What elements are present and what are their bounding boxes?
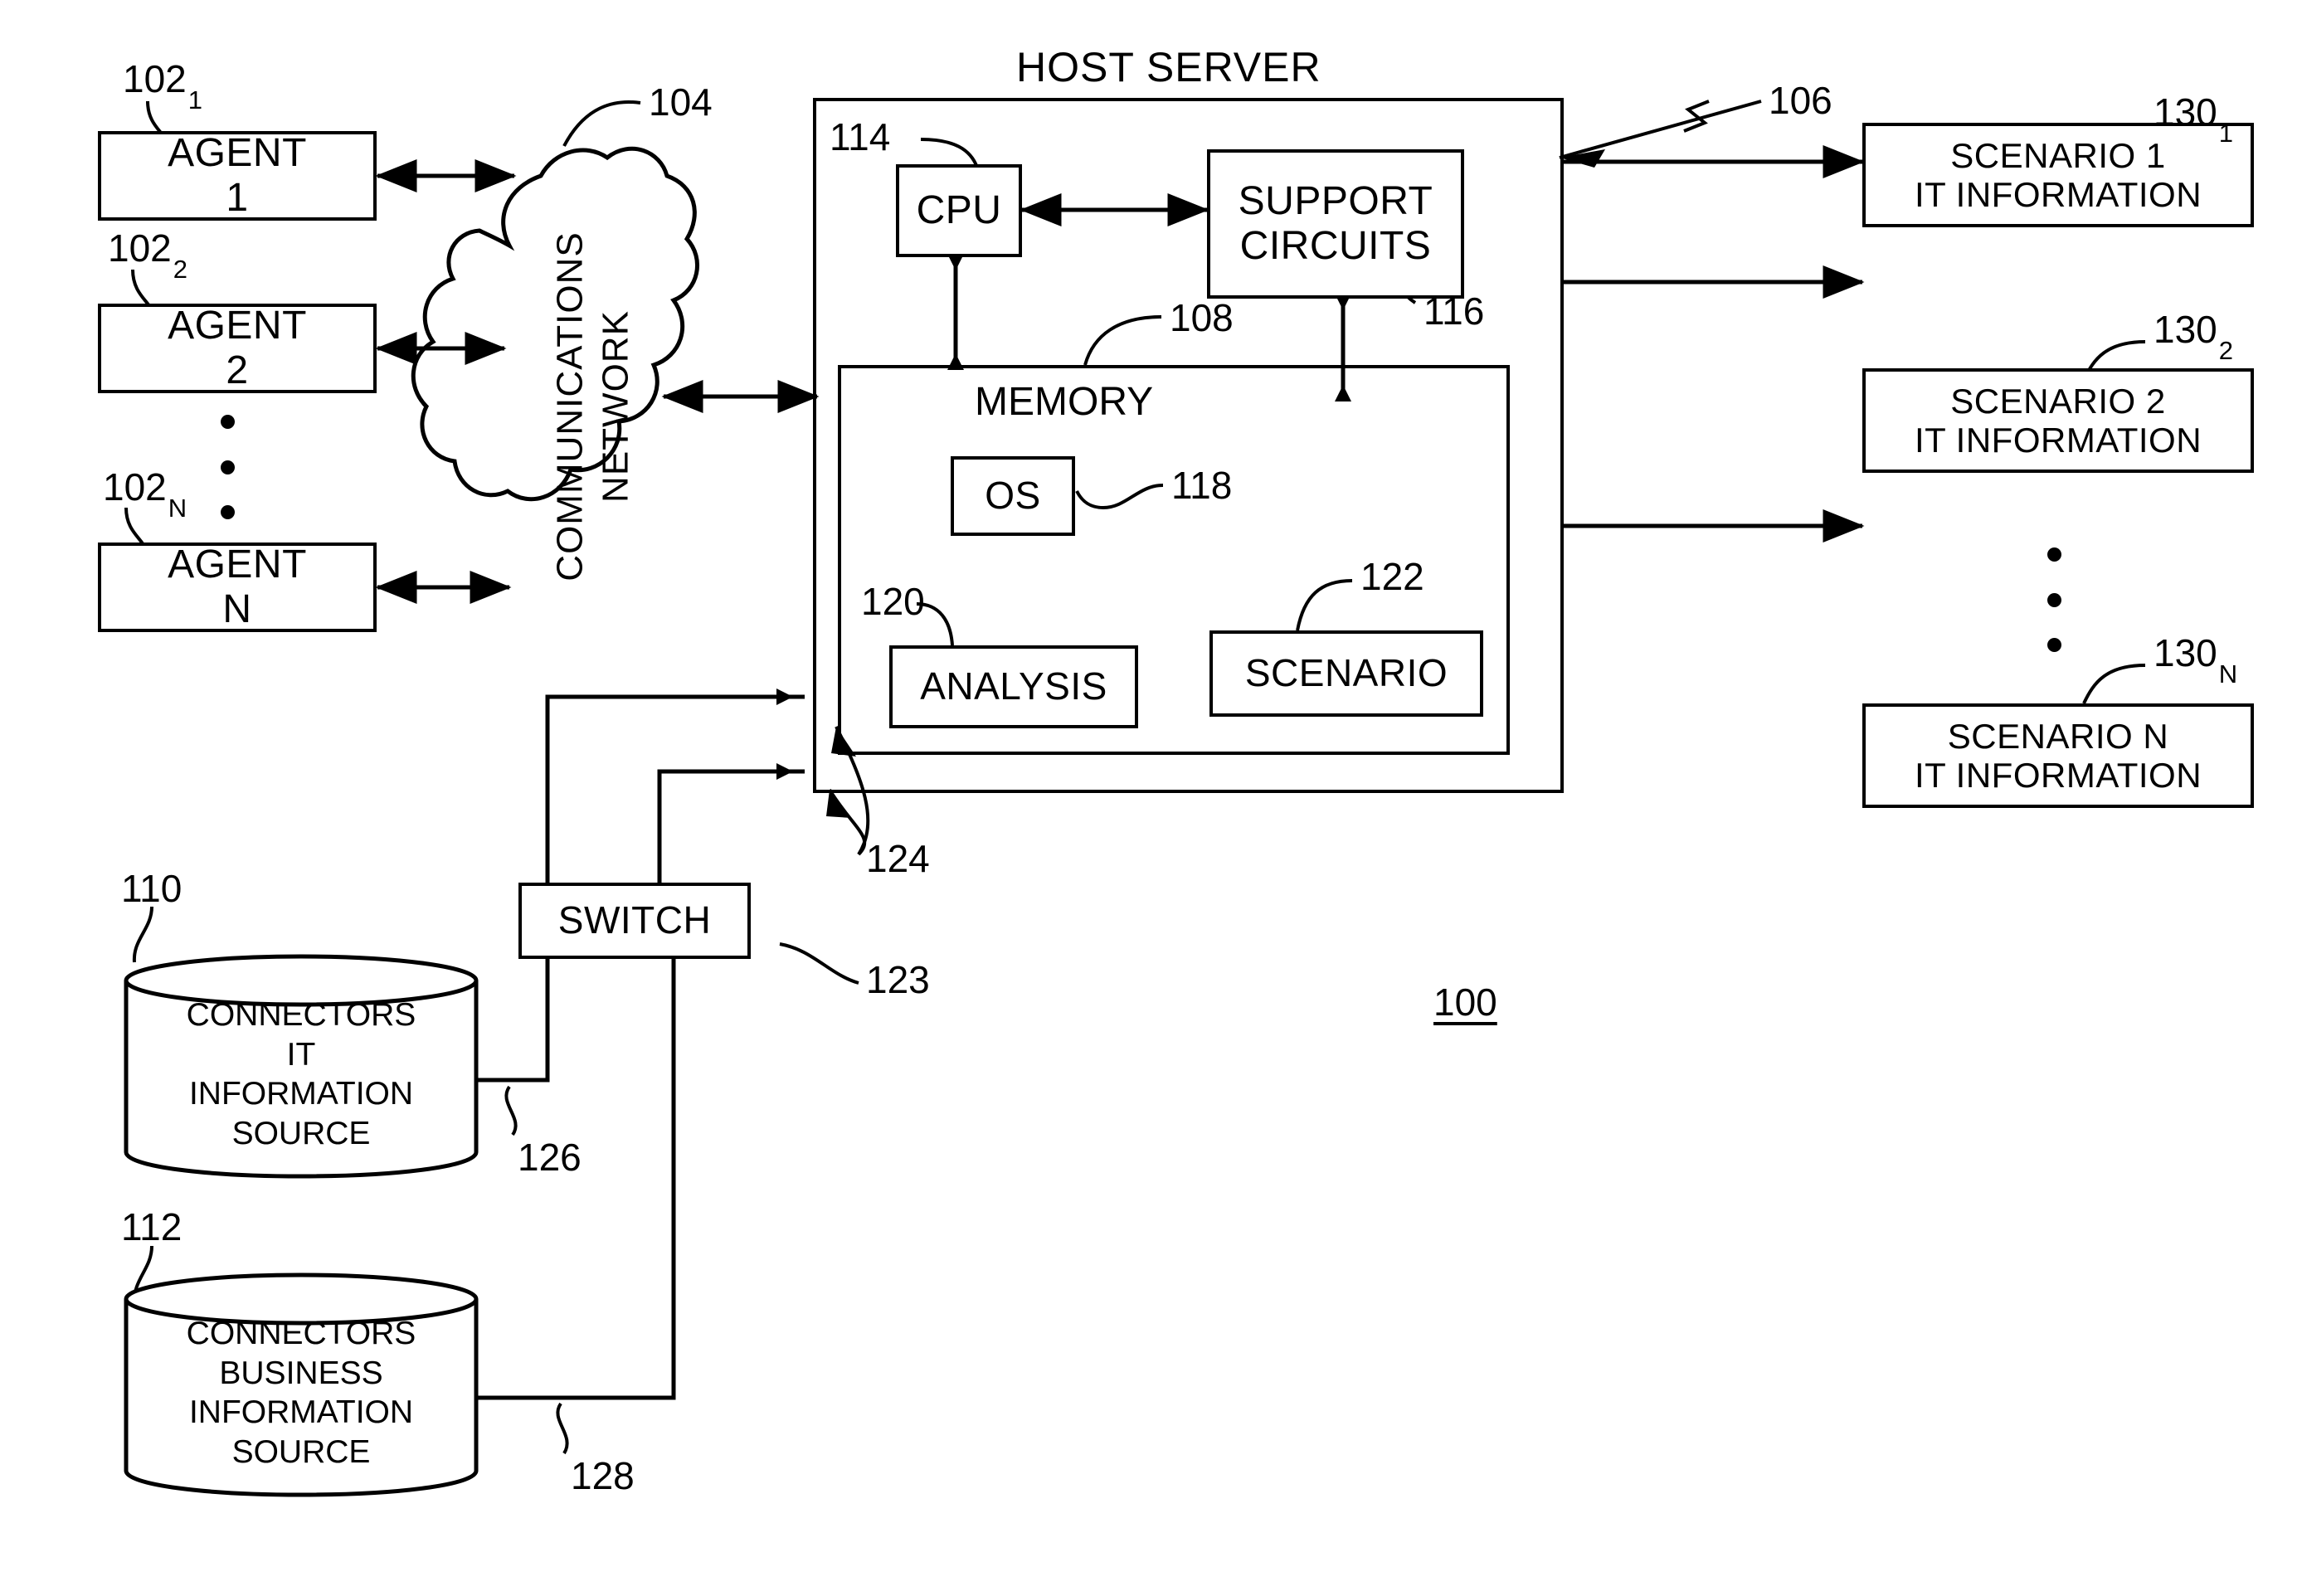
os-box[interactable]: OS xyxy=(951,456,1075,536)
ref-128: 128 xyxy=(571,1454,635,1497)
ref-123: 123 xyxy=(866,958,930,1001)
agent-2-label: AGENT 2 xyxy=(168,304,307,392)
connectors-it-information-source-label: CONNECTORS IT INFORMATION SOURCE xyxy=(186,997,416,1151)
ref-130-2: 1302 xyxy=(2154,308,2233,366)
ref-124: 124 xyxy=(866,837,930,880)
os-label: OS xyxy=(985,474,1041,518)
ref-102-n: 102N xyxy=(103,465,187,523)
ref-118: 118 xyxy=(1171,464,1233,507)
cpu-label: CPU xyxy=(916,188,1002,233)
analysis-box[interactable]: ANALYSIS xyxy=(889,645,1138,728)
ref-116: 116 xyxy=(1424,290,1485,333)
host-server-title: HOST SERVER xyxy=(1016,44,1321,90)
scenario-1-it-information-box[interactable]: SCENARIO 1 IT INFORMATION xyxy=(1862,123,2254,227)
ellipsis-dot xyxy=(221,505,235,519)
scenario-n-it-information-box[interactable]: SCENARIO N IT INFORMATION xyxy=(1862,703,2254,808)
ref-100-system: 100 xyxy=(1433,980,1497,1024)
ref-130-n: 130N xyxy=(2154,631,2238,689)
agent-1-box[interactable]: AGENT 1 xyxy=(98,131,377,221)
ref-108: 108 xyxy=(1170,296,1234,339)
agent-2-box[interactable]: AGENT 2 xyxy=(98,304,377,393)
support-circuits-box[interactable]: SUPPORT CIRCUITS xyxy=(1207,149,1464,299)
scenario-module-label: SCENARIO xyxy=(1244,651,1448,695)
ref-102-2: 1022 xyxy=(108,226,187,285)
ellipsis-dot xyxy=(2047,638,2061,652)
ref-104: 104 xyxy=(649,80,713,124)
analysis-label: ANALYSIS xyxy=(920,664,1107,708)
switch-box[interactable]: SWITCH xyxy=(518,883,751,959)
switch-label: SWITCH xyxy=(557,898,712,942)
cpu-box[interactable]: CPU xyxy=(896,164,1022,257)
scenario-2-it-information-box[interactable]: SCENARIO 2 IT INFORMATION xyxy=(1862,368,2254,473)
ref-120: 120 xyxy=(861,580,925,623)
connectors-business-information-source-cylinder[interactable]: CONNECTORS BUSINESS INFORMATION SOURCE xyxy=(123,1271,479,1499)
scenario-2-label: SCENARIO 2 IT INFORMATION xyxy=(1914,381,2202,460)
ellipsis-dot xyxy=(221,415,235,429)
ref-130-1: 1301 xyxy=(2154,90,2233,148)
ref-122: 122 xyxy=(1360,555,1424,598)
ref-102-1: 1021 xyxy=(123,57,202,115)
scenario-1-label: SCENARIO 1 IT INFORMATION xyxy=(1914,135,2202,214)
patent-figure-canvas: AGENT 1 1021 AGENT 2 1022 AGENT N 102N C… xyxy=(0,0,2302,1596)
connectors-it-information-source-cylinder[interactable]: CONNECTORS IT INFORMATION SOURCE xyxy=(123,952,479,1180)
communications-network-label: COMMUNICATIONS NETWORK xyxy=(550,231,637,581)
ref-106: 106 xyxy=(1769,79,1832,122)
ellipsis-dot xyxy=(221,460,235,474)
ref-112: 112 xyxy=(121,1205,183,1248)
agent-n-label: AGENT N xyxy=(168,543,307,631)
connectors-business-information-source-label: CONNECTORS BUSINESS INFORMATION SOURCE xyxy=(186,1316,416,1470)
scenario-n-label: SCENARIO N IT INFORMATION xyxy=(1914,716,2202,795)
scenario-module-box[interactable]: SCENARIO xyxy=(1209,630,1483,717)
agent-n-box[interactable]: AGENT N xyxy=(98,543,377,632)
ellipsis-dot xyxy=(2047,592,2061,607)
support-circuits-label: SUPPORT CIRCUITS xyxy=(1238,179,1433,268)
agents-ellipsis-dots xyxy=(221,415,235,519)
agent-1-label: AGENT 1 xyxy=(168,131,307,220)
ellipsis-dot xyxy=(2047,547,2061,562)
memory-label: MEMORY xyxy=(975,380,1154,424)
scenarios-ellipsis-dots xyxy=(2047,547,2061,652)
ref-126: 126 xyxy=(518,1136,582,1179)
ref-114: 114 xyxy=(830,115,891,158)
ref-110: 110 xyxy=(121,867,183,910)
